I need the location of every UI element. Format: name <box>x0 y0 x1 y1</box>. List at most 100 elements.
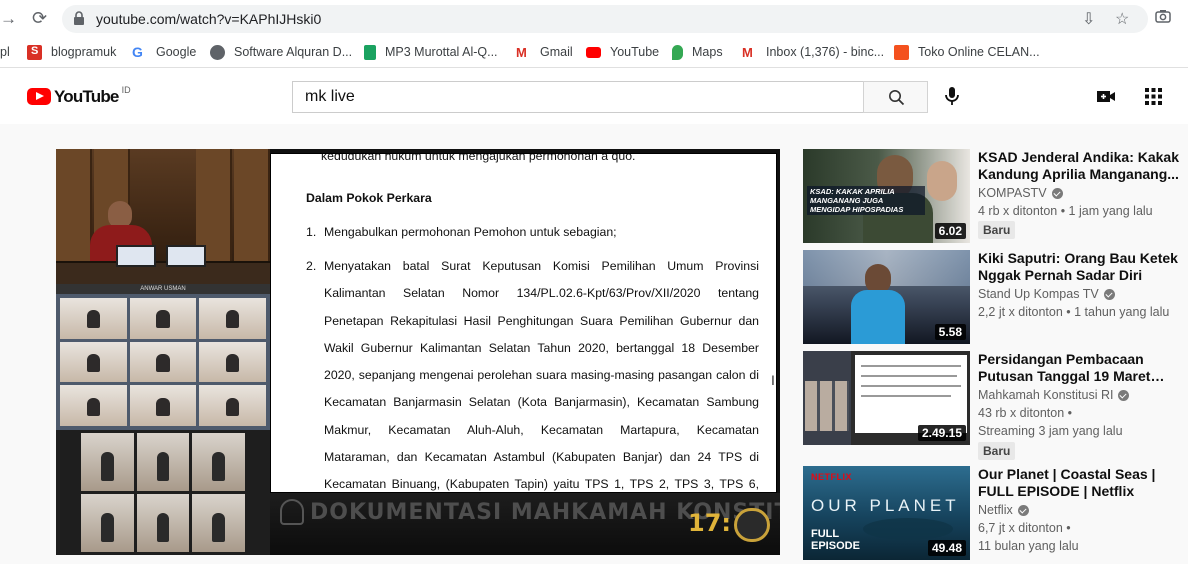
duration-badge: 49.48 <box>927 540 966 556</box>
document-item-number: 1. <box>306 225 317 239</box>
document-icon <box>364 44 376 60</box>
bookmark-item[interactable]: G Google <box>132 43 196 61</box>
bookmark-item[interactable]: MP3 Murottal Al-Q... <box>364 43 498 61</box>
globe-icon <box>210 44 225 60</box>
google-icon: G <box>132 43 143 60</box>
clock-overlay: 17: <box>688 509 731 537</box>
video-conference-grid <box>56 294 270 430</box>
text-cursor-icon: I <box>771 372 775 388</box>
bookmark-label: blogpramuk <box>51 45 117 59</box>
bookmark-label: Gmail <box>540 45 573 59</box>
channel-label: KOMPASTV <box>978 186 1047 200</box>
country-code: ID <box>121 85 131 95</box>
browser-toolbar: → ⟳ youtube.com/watch?v=KAPhIJHski0 ⇩ ☆ <box>0 0 1188 37</box>
new-badge: Baru <box>978 442 1016 460</box>
url-text: youtube.com/watch?v=KAPhIJHski0 <box>96 11 322 27</box>
video-thumbnail[interactable]: 5.58 <box>803 250 970 344</box>
video-meta: 4 rb x ditonton • 1 jam yang lalu <box>978 204 1153 218</box>
video-thumbnail[interactable]: KSAD: KAKAK APRILIA MANGANANG JUGA MENGI… <box>803 149 970 243</box>
related-video-title[interactable]: Kiki Saputri: Orang Bau Ketek Nggak Pern… <box>978 250 1183 284</box>
video-player[interactable]: ANWAR USMAN kedudukan hukum untuk mengaj… <box>56 149 780 555</box>
bookmark-label: MP3 Murottal Al-Q... <box>385 45 498 59</box>
view-count: 2,2 jt x ditonton <box>978 305 1063 319</box>
view-count-label: 43 rb x ditonton <box>978 406 1065 420</box>
bookmark-item[interactable]: Software Alquran D... <box>210 43 352 61</box>
document-heading: Dalam Pokok Perkara <box>306 191 432 205</box>
bookmark-item[interactable]: Toko Online CELAN... <box>894 43 1040 61</box>
bookmark-item[interactable]: YouTube <box>586 43 659 61</box>
video-footer-strip: DOKUMENTASI MAHKAMAH KONSTITUSI 17: <box>270 493 780 555</box>
bookmark-label: Software Alquran D... <box>234 45 353 59</box>
related-video[interactable]: NETFLIX OUR PLANET FULL EPISODE 49.48 Ou… <box>803 466 1188 562</box>
shop-icon <box>894 44 909 60</box>
reload-icon[interactable]: ⟳ <box>32 8 47 29</box>
bookmark-item[interactable]: pl <box>0 43 10 61</box>
youtube-header: YouTube ID mk live <box>0 68 1188 124</box>
channel-label: Netflix <box>978 503 1013 517</box>
bookmark-label: YouTube <box>610 45 660 59</box>
s-brand-icon: S <box>27 44 42 60</box>
youtube-play-icon <box>27 88 51 105</box>
bookmark-star-icon[interactable]: ☆ <box>1115 9 1129 29</box>
bookmark-label: Toko Online CELAN... <box>918 45 1040 59</box>
youtube-icon <box>586 46 601 58</box>
gmail-icon: M <box>742 44 753 60</box>
document-item-number: 2. <box>306 259 317 273</box>
video-thumbnail[interactable]: NETFLIX OUR PLANET FULL EPISODE 49.48 <box>803 466 970 560</box>
channel-label: Mahkamah Konstitusi RI <box>978 388 1114 402</box>
channel-name[interactable]: Mahkamah Konstitusi RI <box>978 388 1130 402</box>
view-count: 6,7 jt x ditonton • <box>978 521 1071 535</box>
search-icon <box>889 90 905 106</box>
thumbnail-title: OUR PLANET <box>811 496 960 515</box>
verified-icon <box>1017 504 1029 516</box>
netflix-logo: NETFLIX <box>811 472 852 482</box>
search-input[interactable]: mk live <box>292 81 864 113</box>
ruling-document: kedudukan hukum untuk mengajukan permoho… <box>270 153 777 493</box>
document-item-text: Mengabulkan permohonan Pemohon untuk seb… <box>324 225 617 239</box>
bookmarks-bar: pl Sblogpramuk G Google Software Alquran … <box>0 37 1188 68</box>
verified-icon <box>1103 288 1115 300</box>
courtroom-video-feed <box>56 149 270 284</box>
related-video-title[interactable]: Our Planet | Coastal Seas | FULL EPISODE… <box>978 466 1183 500</box>
related-video[interactable]: KSAD: KAKAK APRILIA MANGANANG JUGA MENGI… <box>803 149 1188 245</box>
video-meta: 2,2 jt x ditonton • 1 tahun yang lalu <box>978 305 1170 319</box>
bookmark-label: pl <box>0 45 10 59</box>
apps-grid-icon[interactable] <box>1145 88 1162 105</box>
channel-name[interactable]: Stand Up Kompas TV <box>978 287 1115 301</box>
related-video-title[interactable]: KSAD Jenderal Andika: Kakak Kandung Apri… <box>978 149 1183 183</box>
related-video[interactable]: 5.58 Kiki Saputri: Orang Bau Ketek Nggak… <box>803 250 1188 346</box>
verified-icon <box>1051 187 1063 199</box>
duration-badge: 5.58 <box>934 324 966 340</box>
channel-name[interactable]: KOMPASTV <box>978 186 1063 200</box>
garuda-emblem-icon <box>280 499 304 525</box>
channel-name[interactable]: Netflix <box>978 503 1029 517</box>
bookmark-item[interactable]: M Inbox (1,376) - binc... <box>742 43 884 61</box>
court-seal-icon <box>734 508 770 542</box>
bookmark-item[interactable]: Sblogpramuk <box>27 43 116 61</box>
bookmark-item[interactable]: M Gmail <box>516 43 573 61</box>
upload-age: Streaming 3 jam yang lalu <box>978 424 1123 438</box>
create-video-icon[interactable] <box>1096 88 1116 104</box>
address-bar[interactable]: youtube.com/watch?v=KAPhIJHski0 ⇩ ☆ <box>62 5 1148 33</box>
microphone-icon[interactable] <box>940 84 964 108</box>
document-top-line: kedudukan hukum untuk mengajukan permoho… <box>321 153 636 163</box>
install-app-icon[interactable]: ⇩ <box>1082 9 1095 29</box>
thumbnail-subtitle: FULL EPISODE <box>811 528 860 552</box>
lock-icon <box>74 11 84 25</box>
search-button[interactable] <box>863 81 928 113</box>
search-value: mk live <box>305 88 355 105</box>
video-thumbnail[interactable]: 2.49.15 <box>803 351 970 445</box>
upload-age: 11 bulan yang lalu <box>978 539 1079 553</box>
bookmark-item[interactable]: Maps <box>672 43 723 61</box>
verified-icon <box>1118 389 1130 401</box>
view-count-label: 6,7 jt x ditonton <box>978 521 1063 535</box>
youtube-logo[interactable]: YouTube ID <box>27 85 131 105</box>
upload-age: 1 jam yang lalu <box>1068 204 1153 218</box>
related-video-title[interactable]: Persidangan Pembacaan Putusan Tanggal 19… <box>978 351 1183 385</box>
duration-badge: 6.02 <box>934 223 966 239</box>
view-count: 4 rb x ditonton <box>978 204 1058 218</box>
forward-arrow-icon[interactable]: → <box>0 9 17 29</box>
camera-icon[interactable] <box>1155 9 1171 23</box>
view-count: 43 rb x ditonton • <box>978 406 1073 420</box>
related-video[interactable]: 2.49.15 Persidangan Pembacaan Putusan Ta… <box>803 351 1188 460</box>
